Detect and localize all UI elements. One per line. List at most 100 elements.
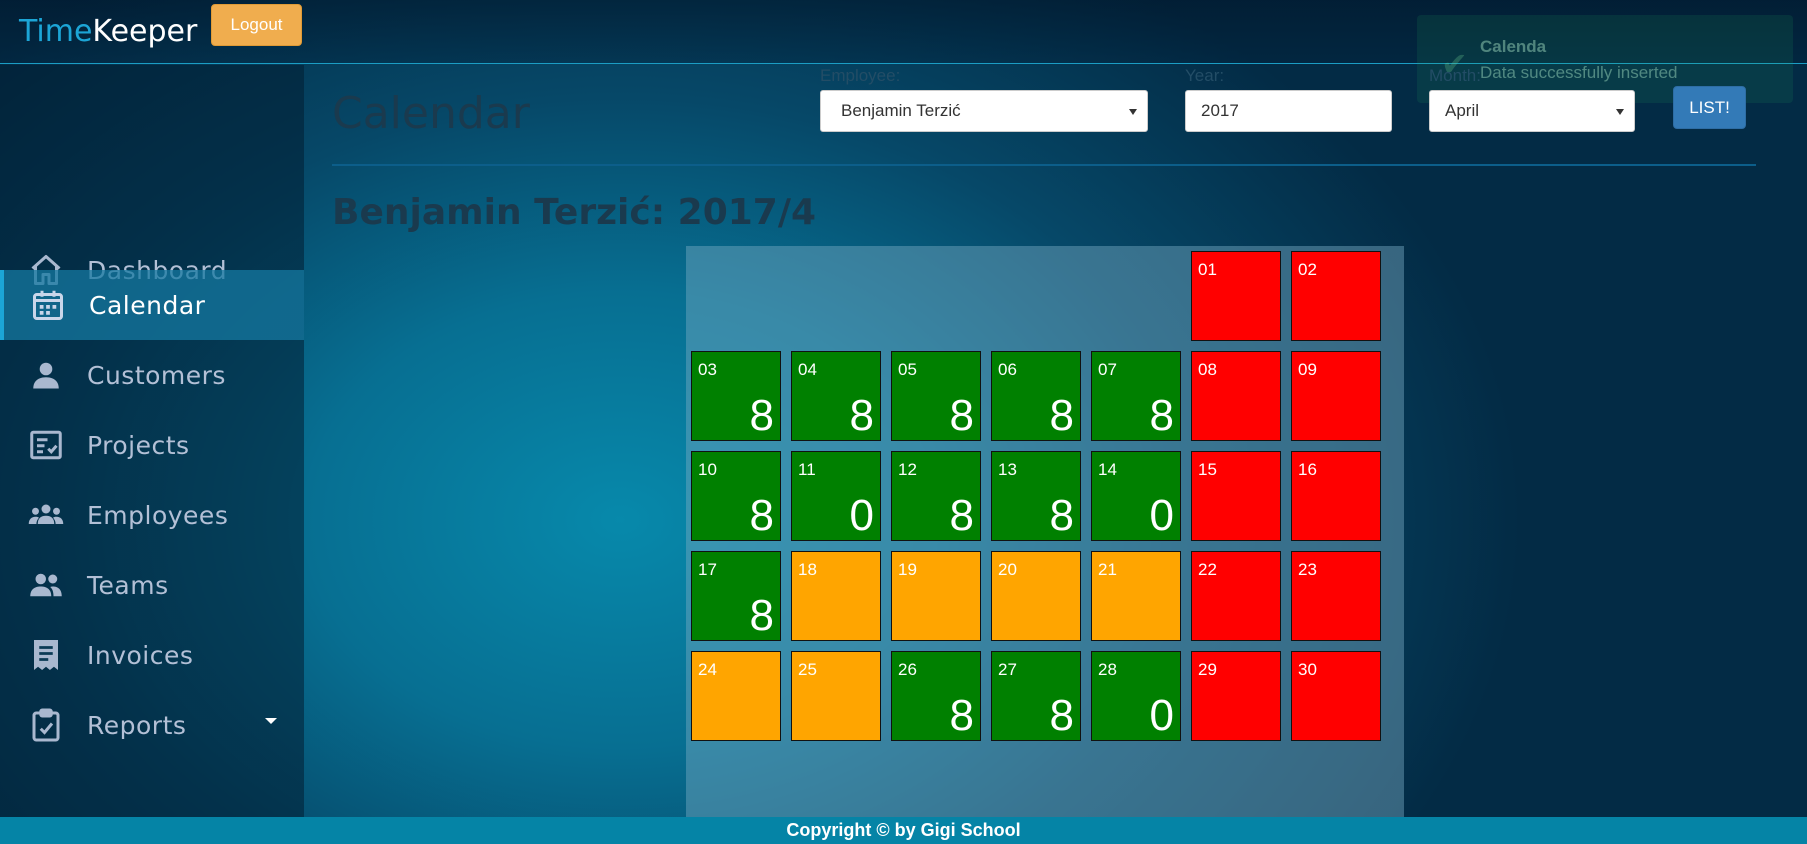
calendar-day[interactable]: 18 (791, 551, 881, 641)
sidebar-item-projects[interactable]: Projects (0, 410, 304, 480)
calendar-day[interactable]: 07 8 (1091, 351, 1181, 441)
copyright-text: Copyright © by Gigi School (786, 820, 1021, 840)
month-select-value: April (1445, 101, 1480, 120)
calendar-day[interactable]: 20 (991, 551, 1081, 641)
brand-logo-part1: Time (19, 14, 93, 49)
calendar-day-number: 06 (998, 360, 1017, 379)
calendar-day[interactable]: 22 (1191, 551, 1281, 641)
calendar-day[interactable]: 09 (1291, 351, 1381, 441)
year-label: Year: (1185, 66, 1225, 85)
calendar-day[interactable]: 04 8 (791, 351, 881, 441)
sidebar-item-calendar[interactable]: Calendar (0, 270, 304, 340)
calendar-day[interactable]: 30 (1291, 651, 1381, 741)
calendar-day[interactable]: 15 (1191, 451, 1281, 541)
calendar-day-number: 26 (898, 660, 917, 679)
sidebar-item-label: Calendar (89, 290, 206, 320)
calendar-day[interactable]: 23 (1291, 551, 1381, 641)
calendar-day-hours: 8 (1049, 491, 1074, 540)
brand-logo-part2: Keeper (92, 14, 198, 49)
calendar-day[interactable]: 05 8 (891, 351, 981, 441)
divider (332, 164, 1756, 166)
chevron-down-icon[interactable] (265, 718, 277, 724)
calendar-day[interactable]: 21 (1091, 551, 1181, 641)
calendar-day-number: 17 (698, 560, 717, 579)
brand-logo[interactable]: TimeKeeper (19, 14, 197, 49)
calendar-day-number: 09 (1298, 360, 1317, 379)
sidebar-item-employees[interactable]: Employees (0, 480, 304, 550)
calendar-day-number: 08 (1198, 360, 1217, 379)
calendar-day[interactable]: 11 0 (791, 451, 881, 541)
calendar-day[interactable]: 28 0 (1091, 651, 1181, 741)
calendar-day[interactable]: 29 (1191, 651, 1281, 741)
calendar-day-number: 07 (1098, 360, 1117, 379)
calendar-day-hours: 8 (1049, 391, 1074, 440)
calendar-day-hours: 8 (949, 391, 974, 440)
calendar-day-number: 01 (1198, 260, 1217, 279)
calendar-day[interactable]: 16 (1291, 451, 1381, 541)
calendar-day[interactable]: 19 (891, 551, 981, 641)
calendar-day-hours: 8 (949, 491, 974, 540)
footer: Copyright © by Gigi School (0, 817, 1807, 844)
calendar-day-number: 24 (698, 660, 717, 679)
calendar-day[interactable]: 02 (1291, 251, 1381, 341)
calendar-day-number: 16 (1298, 460, 1317, 479)
calendar-day[interactable]: 10 8 (691, 451, 781, 541)
calendar-day-number: 12 (898, 460, 917, 479)
calendar-day-number: 25 (798, 660, 817, 679)
calendar-day-number: 04 (798, 360, 817, 379)
calendar-day-number: 29 (1198, 660, 1217, 679)
calendar-day-number: 19 (898, 560, 917, 579)
sidebar-item-label: Teams (87, 570, 169, 600)
employee-select[interactable]: Benjamin Terzić (820, 90, 1148, 132)
list-button[interactable]: LIST! (1673, 86, 1746, 129)
calendar-day[interactable]: 01 (1191, 251, 1281, 341)
calendar-day-hours: 8 (749, 491, 774, 540)
year-input-value: 2017 (1201, 101, 1239, 120)
sidebar: Dashboard Calendar Customers Projects Em… (0, 65, 304, 817)
calendar-day[interactable]: 13 8 (991, 451, 1081, 541)
calendar-day-hours: 8 (949, 691, 974, 740)
month-select[interactable]: April (1429, 90, 1635, 132)
receipt-icon (28, 637, 64, 673)
calendar-day-hours: 0 (1149, 491, 1174, 540)
sidebar-item-label: Projects (87, 430, 190, 460)
calendar-day-number: 03 (698, 360, 717, 379)
calendar-day-number: 18 (798, 560, 817, 579)
calendar-day[interactable]: 03 8 (691, 351, 781, 441)
sidebar-item-customers[interactable]: Customers (0, 340, 304, 410)
sidebar-item-teams[interactable]: Teams (0, 550, 304, 620)
calendar-grid: 01 02 03 8 04 8 05 8 06 8 07 8 08 09 10 8 11 0 12 8 13 8 14 0 15… (686, 246, 1404, 817)
calendar-day-number: 14 (1098, 460, 1117, 479)
people-icon (28, 567, 64, 603)
calendar-day[interactable]: 14 0 (1091, 451, 1181, 541)
calendar-day-number: 30 (1298, 660, 1317, 679)
calendar-day-number: 28 (1098, 660, 1117, 679)
calendar-day-number: 15 (1198, 460, 1217, 479)
calendar-day[interactable]: 08 (1191, 351, 1281, 441)
sidebar-item-label: Reports (87, 710, 187, 740)
employee-label: Employee: (820, 66, 901, 85)
logout-button[interactable]: Logout (211, 4, 302, 46)
calendar-day-hours: 8 (749, 391, 774, 440)
calendar-day[interactable]: 27 8 (991, 651, 1081, 741)
sidebar-item-reports[interactable]: Reports (0, 690, 304, 760)
sidebar-item-invoices[interactable]: Invoices (0, 620, 304, 690)
calendar-day-number: 13 (998, 460, 1017, 479)
year-input[interactable]: 2017 (1185, 90, 1392, 132)
sidebar-item-label: Employees (87, 500, 229, 530)
group-icon (28, 497, 64, 533)
calendar-day[interactable]: 17 8 (691, 551, 781, 641)
calendar-day[interactable]: 24 (691, 651, 781, 741)
calendar-day-hours: 8 (849, 391, 874, 440)
sidebar-item-label: Invoices (87, 640, 194, 670)
calendar-day-number: 05 (898, 360, 917, 379)
calendar-day[interactable]: 06 8 (991, 351, 1081, 441)
calendar-day[interactable]: 12 8 (891, 451, 981, 541)
checklist-icon (28, 427, 64, 463)
page-title: Calendar (332, 88, 530, 139)
calendar-day[interactable]: 26 8 (891, 651, 981, 741)
calendar-title: Benjamin Terzić: 2017/4 (332, 192, 817, 233)
calendar-day-number: 21 (1098, 560, 1117, 579)
calendar-day[interactable]: 25 (791, 651, 881, 741)
toast-message: Data successfully inserted (1480, 63, 1678, 82)
